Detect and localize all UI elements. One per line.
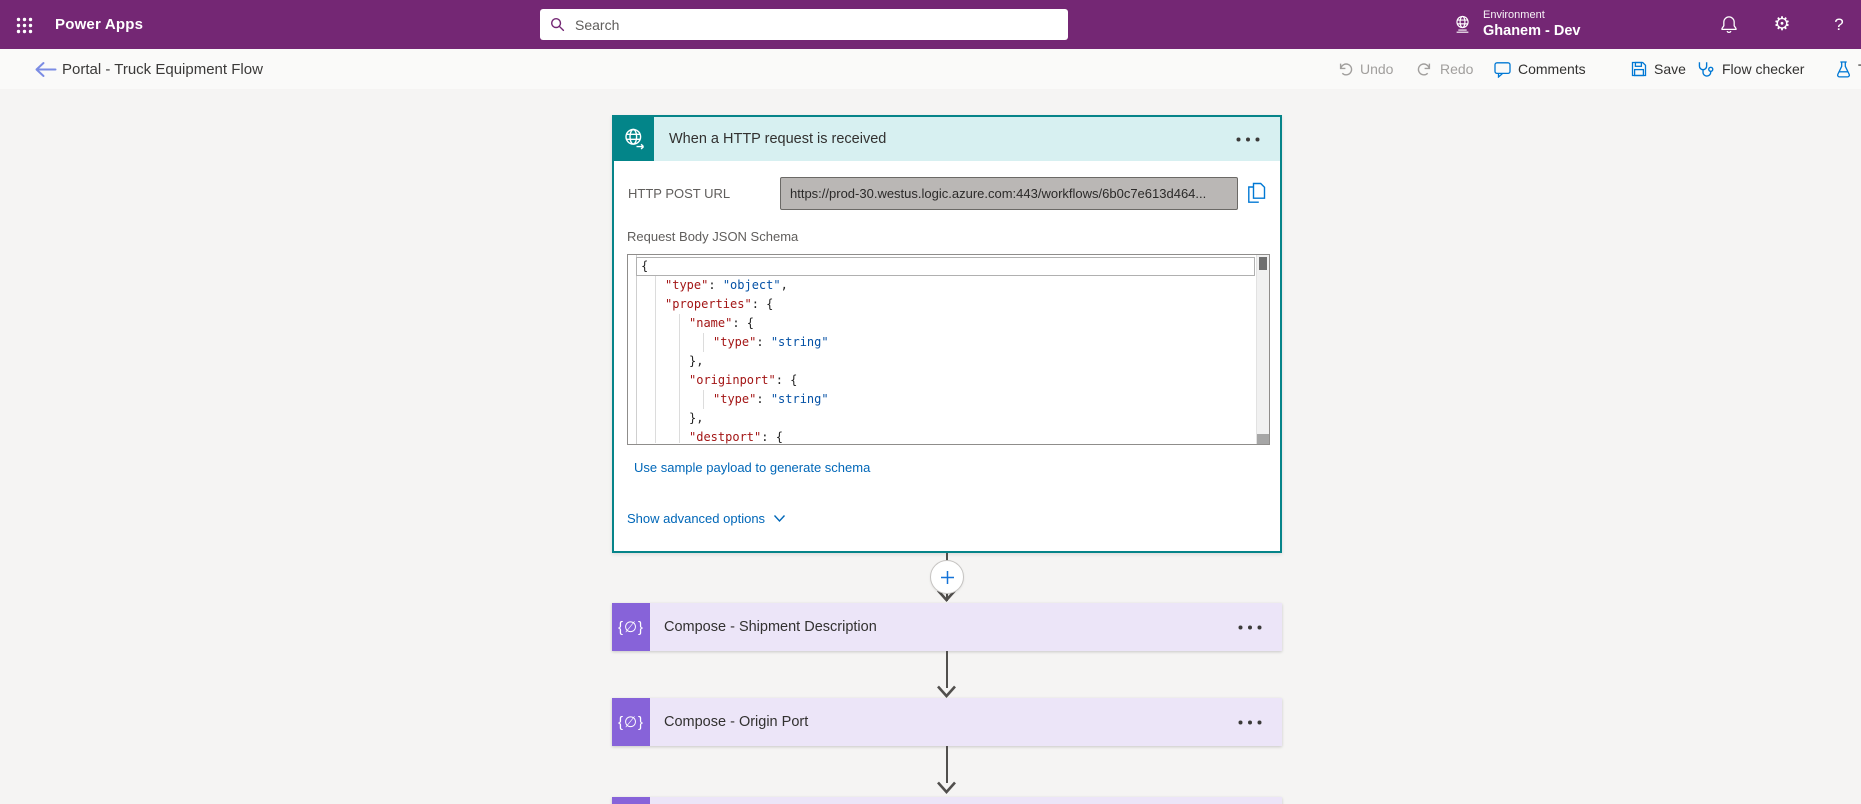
product-title: Power Apps xyxy=(55,0,143,49)
http-request-icon-square xyxy=(614,117,654,161)
help-button[interactable]: ? xyxy=(1822,0,1856,49)
show-advanced-options-link[interactable]: Show advanced options xyxy=(627,511,786,526)
compose-icon: {∅} xyxy=(618,618,644,636)
compose-icon: {∅} xyxy=(618,713,644,731)
undo-button[interactable]: Undo xyxy=(1337,49,1393,89)
undo-icon xyxy=(1337,61,1353,77)
back-arrow-icon xyxy=(34,61,57,78)
waffle-icon xyxy=(16,17,33,34)
http-post-url-label: HTTP POST URL xyxy=(628,186,730,201)
redo-button[interactable]: Redo xyxy=(1417,49,1473,89)
notifications-button[interactable] xyxy=(1712,0,1746,49)
http-post-url-input[interactable] xyxy=(780,177,1238,210)
undo-label: Undo xyxy=(1360,61,1393,77)
test-button[interactable]: Test xyxy=(1836,49,1861,89)
plus-icon xyxy=(940,570,955,585)
save-button[interactable]: Save xyxy=(1631,49,1686,89)
command-bar: Portal - Truck Equipment Flow Undo Redo … xyxy=(0,49,1861,89)
action-title: Compose - Origin Port xyxy=(664,714,808,730)
trigger-card-http-request: When a HTTP request is received HTTP POS… xyxy=(612,115,1282,553)
compose-icon-square xyxy=(612,797,650,804)
insert-step-button[interactable] xyxy=(930,560,964,594)
show-advanced-options-label: Show advanced options xyxy=(627,511,765,526)
action-card-compose-origin-port[interactable]: {∅} Compose - Origin Port xyxy=(612,698,1282,746)
trigger-card-header[interactable]: When a HTTP request is received xyxy=(614,117,1280,161)
comments-button[interactable]: Comments xyxy=(1494,49,1586,89)
flow-designer-screen: Power Apps Environment Ghanem - Dev xyxy=(0,0,1861,804)
copy-icon xyxy=(1247,182,1266,204)
action-card-compose-shipment-description[interactable]: {∅} Compose - Shipment Description xyxy=(612,603,1282,651)
help-icon: ? xyxy=(1834,15,1843,35)
gear-icon: ⚙ xyxy=(1773,13,1790,36)
global-search[interactable] xyxy=(540,9,1068,40)
schema-label: Request Body JSON Schema xyxy=(627,229,798,244)
action-menu-button[interactable] xyxy=(1236,619,1264,636)
flow-title: Portal - Truck Equipment Flow xyxy=(62,49,263,89)
waffle-menu-icon[interactable] xyxy=(10,11,38,39)
redo-label: Redo xyxy=(1440,61,1473,77)
environment-name: Ghanem - Dev xyxy=(1483,22,1581,40)
flow-checker-label: Flow checker xyxy=(1722,61,1804,77)
connector-line xyxy=(946,746,948,783)
editor-scrollbar-thumb[interactable] xyxy=(1259,257,1267,270)
chevron-down-icon xyxy=(773,514,786,523)
connector-line xyxy=(946,651,948,688)
action-menu-button[interactable] xyxy=(1236,714,1264,731)
action-title: Compose - Shipment Description xyxy=(664,619,877,635)
back-button[interactable] xyxy=(30,57,60,81)
trigger-title: When a HTTP request is received xyxy=(669,131,886,147)
flow-canvas: When a HTTP request is received HTTP POS… xyxy=(0,89,1861,804)
redo-icon xyxy=(1417,61,1433,77)
environment-icon xyxy=(1452,14,1473,35)
compose-icon-square: {∅} xyxy=(612,603,650,651)
compose-icon-square: {∅} xyxy=(612,698,650,746)
schema-editor[interactable]: {"type": "object","properties": {"name":… xyxy=(627,254,1270,445)
test-flask-icon xyxy=(1836,61,1851,78)
comments-label: Comments xyxy=(1518,61,1586,77)
copy-url-button[interactable] xyxy=(1247,182,1266,209)
environment-label: Environment xyxy=(1483,9,1581,23)
http-request-icon xyxy=(621,126,648,153)
bell-icon xyxy=(1720,15,1738,34)
schema-editor-code[interactable]: {"type": "object","properties": {"name":… xyxy=(628,255,1256,444)
action-card-partial[interactable] xyxy=(612,797,1282,804)
editor-scrollbar[interactable] xyxy=(1256,255,1269,444)
save-icon xyxy=(1631,61,1647,77)
search-input[interactable] xyxy=(575,17,1058,33)
settings-button[interactable]: ⚙ xyxy=(1765,0,1799,49)
editor-scrollbar-grip xyxy=(1257,434,1270,444)
search-icon xyxy=(550,17,565,32)
ellipsis-icon xyxy=(1238,720,1262,725)
app-bar: Power Apps Environment Ghanem - Dev xyxy=(0,0,1861,49)
comments-icon xyxy=(1494,61,1511,78)
trigger-menu-button[interactable] xyxy=(1234,131,1262,148)
ellipsis-icon xyxy=(1238,625,1262,630)
use-sample-payload-link[interactable]: Use sample payload to generate schema xyxy=(634,460,870,475)
flow-checker-button[interactable]: Flow checker xyxy=(1697,49,1804,89)
environment-switcher[interactable]: Environment Ghanem - Dev xyxy=(1452,0,1581,49)
save-label: Save xyxy=(1654,61,1686,77)
flow-checker-icon xyxy=(1697,61,1715,78)
ellipsis-icon xyxy=(1236,137,1260,142)
